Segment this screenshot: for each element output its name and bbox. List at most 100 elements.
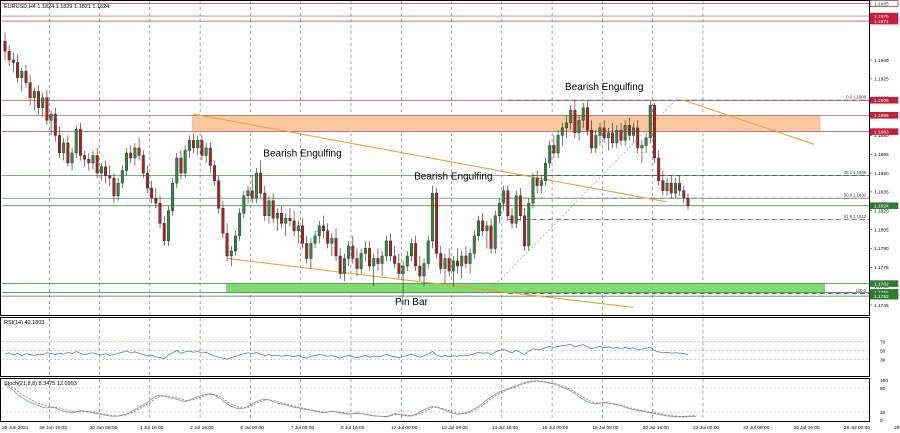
candle-body (435, 192, 439, 254)
candle-body (347, 245, 351, 259)
candle-body (104, 166, 108, 176)
candle-body (342, 258, 346, 274)
time-tick-label: 6 Jul 00:00 (240, 425, 264, 431)
candle-body (627, 125, 631, 136)
candle-body (330, 238, 334, 244)
candle-body (229, 250, 233, 257)
candle-body (636, 127, 640, 149)
candle-body (58, 135, 61, 154)
candle-body (91, 155, 95, 164)
candle-body (510, 215, 514, 224)
fibonacci-label: 50.0 1.1830 (844, 193, 867, 198)
price-tag-label: 1.1908 (874, 98, 889, 104)
candle-body (477, 220, 480, 237)
price-axis[interactable]: 1.19851.19751.19711.19401.19251.19101.18… (869, 1, 889, 309)
candle-body (24, 71, 28, 83)
price-tags: 1.19851.19751.19711.19081.18961.18831.18… (869, 0, 899, 300)
time-tick-label: 29 Jun 2021 (2, 425, 29, 431)
price-tag-label: 1.1824 (874, 204, 889, 210)
candle-body (665, 182, 669, 191)
candle-body (577, 120, 581, 134)
candle-body (368, 248, 372, 267)
candle-body (615, 130, 619, 144)
price-tick-label: 1.1745 (874, 303, 889, 309)
candle-body (602, 127, 606, 139)
pattern-label: Pin Bar (395, 297, 428, 308)
candle-body (514, 195, 518, 224)
candle-body (3, 40, 7, 52)
stochastic-panel[interactable] (0, 378, 870, 422)
stochastic-level-label: 0 (880, 418, 883, 424)
time-tick-label: 7 Jul 08:00 (291, 425, 315, 431)
stochastic-level-label: 20 (880, 410, 886, 416)
candle-body (87, 159, 91, 164)
candle-body (305, 243, 309, 259)
candle-body (242, 195, 246, 214)
candle-body (380, 255, 384, 264)
stochastic-level-label: 100 (880, 378, 888, 384)
candle-body (363, 248, 367, 254)
price-tag-label: 1.1985 (874, 1, 889, 7)
fibonacci-label: 61.8 1.1813 (844, 214, 867, 219)
candle-body (271, 200, 275, 219)
candle-body (234, 235, 237, 252)
candle-body (11, 59, 15, 63)
candle-body (200, 140, 204, 156)
candle-body (171, 182, 175, 211)
price-tag-label: 1.1762 (874, 281, 889, 287)
time-axis[interactable]: 29 Jun 2021 28 Jun 16:00 30 Jun 08:00 1 Jul… (2, 425, 900, 431)
candle-body (49, 113, 53, 121)
candle-body (296, 225, 300, 232)
candle-body (384, 240, 388, 257)
candle-body (644, 137, 648, 146)
candle-body (116, 182, 120, 196)
candle-body (41, 97, 45, 108)
candle-body (309, 243, 313, 259)
candle-body (238, 213, 242, 237)
resistance-zone (192, 115, 821, 131)
candle-body (678, 182, 682, 191)
candle-body (619, 130, 623, 141)
price-tag-label: 1.1883 (874, 129, 889, 135)
candle-body (648, 105, 652, 139)
pattern-label: Bearish Engulfing (565, 82, 643, 93)
candle-body (183, 150, 187, 174)
candle-body (418, 265, 422, 277)
time-tick-label: 8 Jul 16:00 (341, 425, 365, 431)
candle-body (16, 62, 20, 78)
candle-body (74, 128, 78, 154)
candle-body (204, 147, 208, 156)
price-tick-label: 1.1925 (874, 77, 889, 83)
candle-body (259, 172, 263, 194)
time-tick-label: 23 Jul 08:00 (743, 425, 769, 431)
candle-body (460, 255, 464, 267)
trading-chart[interactable]: Bearish Engulfing Bearish Engulfing Bearis… (0, 0, 900, 433)
candle-body (254, 172, 258, 199)
candle-body (66, 142, 70, 164)
candle-body (611, 132, 615, 144)
candle-body (531, 177, 535, 204)
time-tick-label: 28 Jun 16:00 (39, 425, 67, 431)
rsi-panel[interactable] (0, 317, 870, 377)
candle-body (37, 91, 40, 108)
candle-body (539, 180, 543, 186)
candle-body (527, 203, 531, 247)
candle-body (489, 225, 493, 249)
candle-body (154, 197, 158, 204)
candle-body (280, 213, 284, 224)
candle-body (657, 157, 661, 181)
candle-body (301, 225, 304, 244)
candle-body (351, 245, 355, 259)
price-tick-label: 1.1940 (874, 58, 889, 64)
candle-body (502, 190, 506, 204)
candle-body (99, 166, 103, 174)
price-tick-label: 1.1850 (874, 171, 889, 177)
candle-body (355, 258, 359, 269)
candle-body (217, 180, 221, 209)
candle-body (7, 51, 11, 61)
candle-body (179, 157, 183, 174)
candle-body (129, 152, 133, 159)
rsi-level-label: 30 (880, 357, 886, 363)
candle-body (401, 265, 405, 274)
candle-body (133, 147, 137, 159)
